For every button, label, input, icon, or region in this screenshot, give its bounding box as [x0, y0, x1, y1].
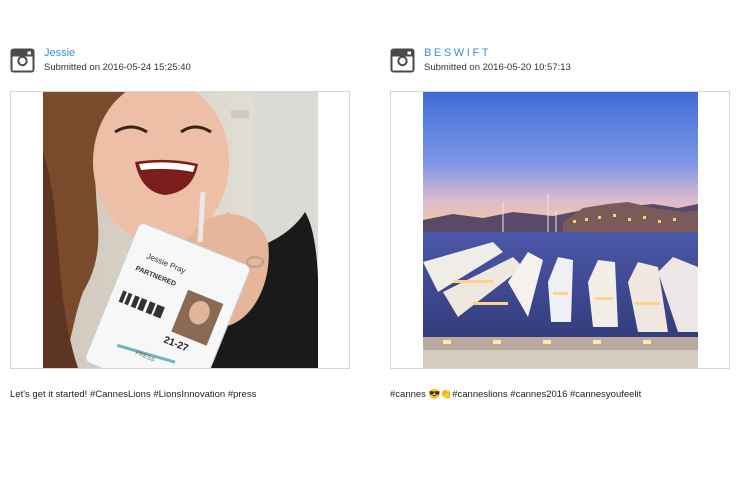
- instagram-icon[interactable]: [390, 48, 415, 73]
- username-link[interactable]: Jessie: [44, 47, 75, 59]
- username-link[interactable]: BESWIFT: [424, 47, 491, 59]
- submitted-timestamp: Submitted on 2016-05-24 15:25:40: [44, 62, 191, 73]
- post-header: BESWIFT Submitted on 2016-05-20 10:57:13: [390, 46, 730, 76]
- post-photo-harbor[interactable]: [423, 92, 698, 368]
- submitted-timestamp: Submitted on 2016-05-20 10:57:13: [424, 62, 571, 73]
- instagram-icon[interactable]: [10, 48, 35, 73]
- post-image-frame: [390, 91, 730, 369]
- post-caption: #cannes 😎👏#canneslions #cannes2016 #cann…: [390, 389, 642, 400]
- post-photo-selfie[interactable]: Jessie Pray PARTNERED 21-27 PRESS: [43, 92, 318, 368]
- post-image-frame: Jessie Pray PARTNERED 21-27 PRESS: [10, 91, 350, 369]
- post-header: Jessie Submitted on 2016-05-24 15:25:40: [10, 46, 350, 76]
- post-caption: Let's get it started! #CannesLions #Lion…: [10, 389, 257, 400]
